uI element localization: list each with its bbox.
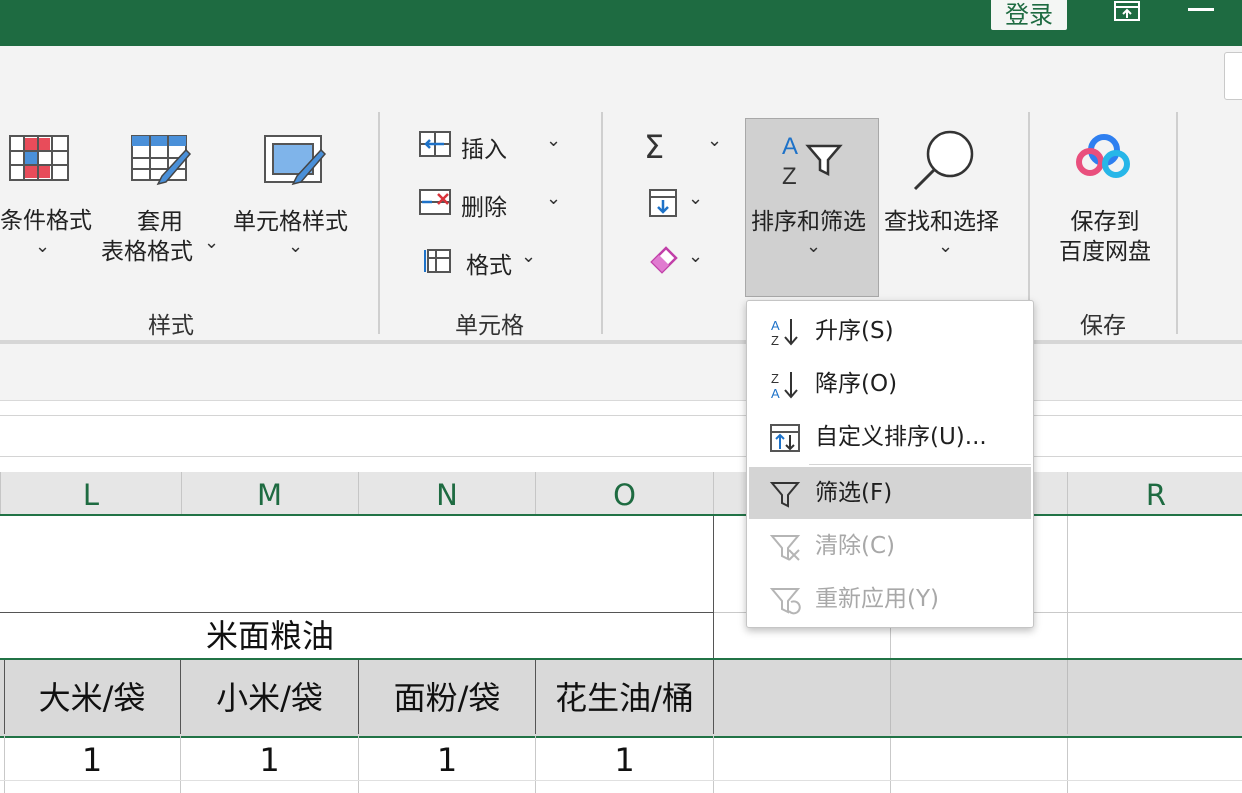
- menu-item-label: 清除(C): [815, 533, 896, 559]
- chevron-down-icon[interactable]: ⌄: [521, 246, 536, 267]
- delete-cells-icon: [418, 188, 452, 220]
- svg-text:A: A: [782, 133, 798, 160]
- menu-item-filter[interactable]: 筛选(F): [749, 467, 1031, 519]
- chevron-down-icon[interactable]: ⌄: [707, 130, 722, 151]
- chevron-down-icon[interactable]: ⌄: [204, 232, 219, 253]
- menu-item-sort-descending[interactable]: ZA 降序(O): [749, 358, 1031, 410]
- minimize-icon[interactable]: [1188, 8, 1214, 11]
- formula-bar[interactable]: [0, 415, 1242, 457]
- custom-sort-icon: [769, 423, 801, 453]
- filter-icon: [769, 479, 801, 509]
- restore-window-icon[interactable]: [1112, 0, 1142, 22]
- conditional-format-button[interactable]: 条件格式: [0, 201, 92, 235]
- cell-style-button[interactable]: 单元格样式: [233, 202, 348, 236]
- column-header-l[interactable]: L: [0, 472, 182, 514]
- baidu-netdisk-icon: [1076, 134, 1132, 184]
- column-header-m[interactable]: M: [181, 472, 359, 514]
- column-header-row: L M N O R: [0, 472, 1242, 516]
- find-select-button[interactable]: 查找和选择: [884, 202, 999, 236]
- data-cell[interactable]: 1: [536, 738, 713, 782]
- column-header-o[interactable]: O: [536, 472, 714, 514]
- table-format-button[interactable]: 表格格式: [101, 232, 193, 266]
- clear-filter-icon: [769, 532, 801, 562]
- column-header-r[interactable]: R: [1068, 472, 1242, 514]
- data-cell[interactable]: 1: [4, 738, 180, 782]
- save-to-netdisk-line1[interactable]: 保存到: [1055, 202, 1155, 236]
- cell-style-icon: [263, 134, 329, 196]
- clear-eraser-icon[interactable]: [648, 244, 680, 278]
- svg-text:A: A: [771, 386, 780, 400]
- chevron-down-icon[interactable]: ⌄: [938, 236, 953, 257]
- delete-button[interactable]: 删除: [461, 188, 507, 222]
- ribbon-lower-area: [0, 344, 1242, 401]
- chevron-down-icon[interactable]: ⌄: [35, 236, 50, 257]
- menu-item-reapply-filter[interactable]: 重新应用(Y): [749, 573, 1031, 625]
- merged-category-cell[interactable]: 米面粮油: [0, 614, 540, 658]
- menu-item-custom-sort[interactable]: 自定义排序(U)...: [749, 411, 1031, 463]
- cells-group-label: 单元格: [455, 313, 524, 339]
- insert-cells-icon: [418, 130, 452, 162]
- menu-item-clear-filter[interactable]: 清除(C): [749, 520, 1031, 572]
- conditional-format-icon: [8, 134, 70, 188]
- header-cell-millet[interactable]: 小米/袋: [181, 662, 358, 734]
- save-group-label: 保存: [1080, 313, 1126, 339]
- insert-button[interactable]: 插入: [461, 130, 507, 164]
- menu-separator: [809, 464, 1031, 465]
- menu-item-label: 重新应用(Y): [815, 586, 939, 612]
- data-cell[interactable]: 1: [181, 738, 358, 782]
- ribbon-side-tab[interactable]: [1224, 52, 1242, 100]
- svg-text:Z: Z: [771, 333, 779, 347]
- chevron-down-icon[interactable]: ⌄: [546, 130, 561, 151]
- autosum-icon[interactable]: Σ: [644, 128, 664, 166]
- sheet-grid[interactable]: 米面粮油 大米/袋 小米/袋 面粉/袋 花生油/桶 1 1 1 1: [0, 516, 1242, 793]
- sort-filter-menu: AZ 升序(S) ZA 降序(O) 自定义排序(U)... 筛选(F) 清除(C…: [746, 300, 1034, 628]
- sort-ascending-icon: AZ: [769, 317, 801, 348]
- svg-text:A: A: [771, 318, 780, 333]
- chevron-down-icon: ⌄: [806, 236, 822, 257]
- login-button[interactable]: 登录: [991, 0, 1067, 30]
- chevron-down-icon[interactable]: ⌄: [688, 188, 703, 209]
- styles-group-label: 样式: [148, 313, 194, 339]
- menu-item-label: 自定义排序(U)...: [815, 424, 987, 450]
- header-cell-flour[interactable]: 面粉/袋: [359, 662, 535, 734]
- svg-text:Z: Z: [771, 371, 779, 386]
- save-to-netdisk-button[interactable]: 百度网盘: [1050, 232, 1160, 266]
- sort-filter-label: 排序和筛选: [751, 209, 866, 235]
- group-separator: [601, 112, 603, 334]
- chevron-down-icon[interactable]: ⌄: [288, 236, 303, 257]
- fill-icon[interactable]: [648, 188, 678, 222]
- group-separator: [378, 112, 380, 334]
- format-button[interactable]: 格式: [466, 246, 512, 280]
- column-header-n[interactable]: N: [359, 472, 536, 514]
- format-cells-icon: [424, 246, 454, 280]
- sort-descending-icon: ZA: [769, 370, 801, 401]
- menu-item-label: 升序(S): [815, 318, 894, 344]
- chevron-down-icon[interactable]: ⌄: [546, 188, 561, 209]
- table-format-icon: [130, 134, 194, 196]
- svg-text:Z: Z: [782, 163, 797, 188]
- reapply-filter-icon: [769, 585, 801, 615]
- group-separator: [1176, 112, 1178, 334]
- data-cell[interactable]: 1: [359, 738, 535, 782]
- menu-item-sort-ascending[interactable]: AZ 升序(S): [749, 305, 1031, 357]
- menu-item-label: 降序(O): [815, 371, 898, 397]
- chevron-down-icon[interactable]: ⌄: [688, 246, 703, 267]
- magnifier-icon: [912, 128, 976, 196]
- menu-item-label: 筛选(F): [815, 480, 893, 506]
- sort-filter-icon: A Z: [780, 130, 844, 192]
- table-format-line1[interactable]: 套用: [100, 202, 220, 236]
- header-cell-peanut-oil[interactable]: 花生油/桶: [536, 662, 713, 734]
- header-cell-rice[interactable]: 大米/袋: [4, 662, 180, 734]
